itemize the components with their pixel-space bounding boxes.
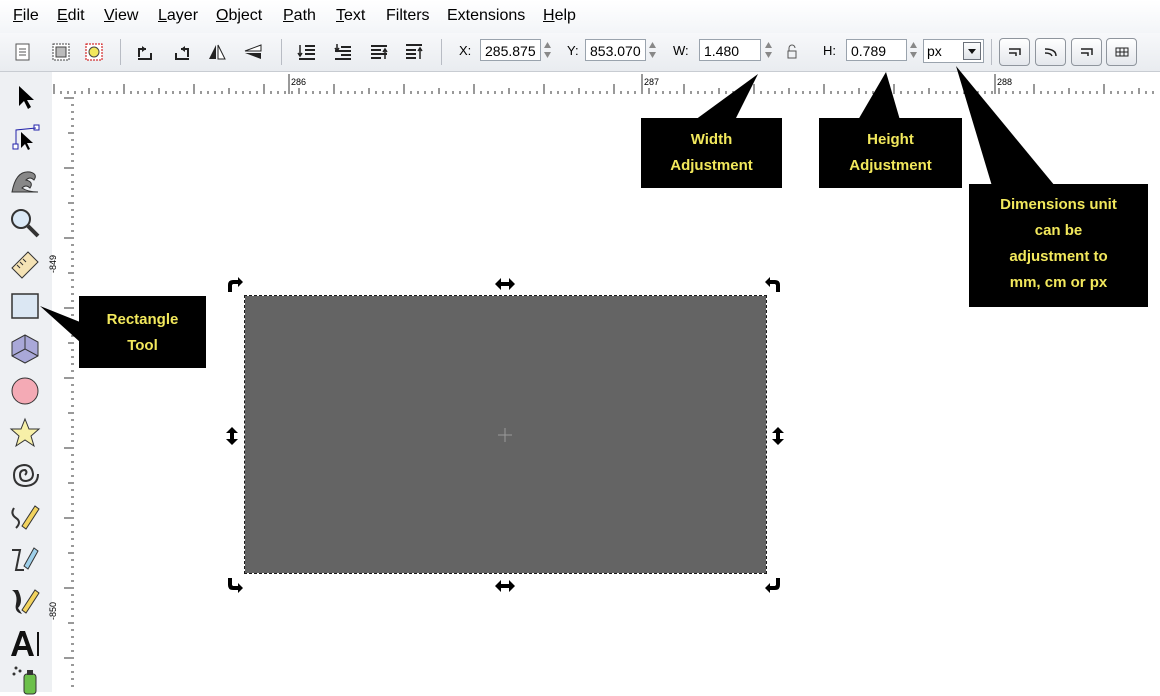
callout-line: Adjustment: [849, 157, 932, 174]
width-adjustment-callout: Width Adjustment: [641, 118, 782, 188]
dimensions-unit-callout: Dimensions unit can be adjustment to mm,…: [969, 184, 1148, 307]
rectangle-callout-pointer: [40, 306, 80, 342]
callout-line: Width: [690, 131, 733, 148]
height-callout-pointer: [858, 72, 900, 120]
rectangle-tool-callout: Rectangle Tool: [79, 296, 206, 368]
width-callout-pointer: [695, 74, 758, 120]
callout-line: Height: [867, 131, 914, 148]
callout-line: Tool: [127, 337, 158, 354]
callout-line: Dimensions unit: [1000, 196, 1117, 213]
units-callout-pointer: [956, 66, 1055, 186]
height-adjustment-callout: Height Adjustment: [819, 118, 962, 188]
callout-line: adjustment to: [1009, 248, 1108, 265]
callout-line: Rectangle: [106, 311, 179, 328]
callout-line: can be: [1034, 222, 1083, 239]
callout-line: mm, cm or px: [1009, 274, 1108, 291]
callout-line: Adjustment: [670, 157, 753, 174]
